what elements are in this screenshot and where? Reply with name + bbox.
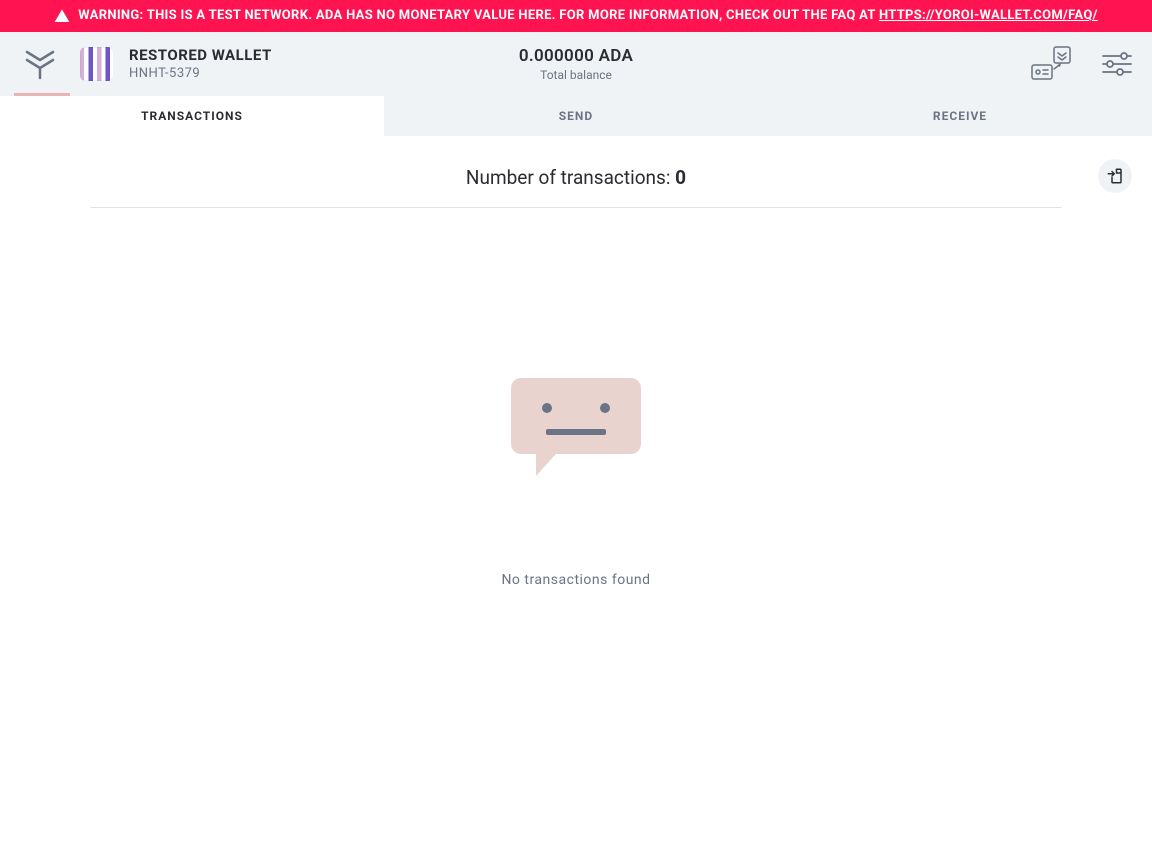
warning-faq-link[interactable]: HTTPS://YOROI-WALLET.COM/FAQ/ (879, 8, 1098, 23)
sidebar-accent (14, 93, 70, 96)
empty-state-message: No transactions found (35, 572, 1117, 588)
test-network-warning-banner: WARNING: THIS IS A TEST NETWORK. ADA HAS… (0, 0, 1152, 32)
hardware-wallet-icon[interactable] (1030, 45, 1072, 83)
wallet-tabs: TRANSACTIONS SEND RECEIVE (0, 96, 1152, 136)
transactions-count-value: 0 (675, 166, 686, 189)
settings-icon[interactable] (1102, 52, 1132, 76)
warning-prefix: WARNING: THIS IS A TEST NETWORK. ADA HAS… (78, 8, 879, 23)
tab-send[interactable]: SEND (384, 96, 768, 136)
wallet-info[interactable]: RESTORED WALLET HNHT-5379 (80, 46, 272, 81)
wallet-avatar-icon (80, 47, 114, 81)
balance-label: Total balance (519, 68, 633, 82)
top-bar: RESTORED WALLET HNHT-5379 0.000000 ADA T… (0, 32, 1152, 96)
transactions-count-label: Number of transactions: (466, 166, 675, 189)
tab-receive[interactable]: RECEIVE (768, 96, 1152, 136)
app-logo[interactable] (10, 48, 70, 80)
divider (90, 207, 1062, 208)
tab-transactions[interactable]: TRANSACTIONS (0, 96, 384, 136)
warning-text: WARNING: THIS IS A TEST NETWORK. ADA HAS… (78, 6, 1097, 26)
transactions-panel: Number of transactions: 0 No transaction… (0, 136, 1152, 618)
empty-state: No transactions found (35, 368, 1117, 588)
warning-icon (54, 8, 70, 24)
wallet-id: HNHT-5379 (129, 66, 272, 81)
wallet-name: RESTORED WALLET (129, 46, 272, 64)
empty-state-icon (511, 368, 641, 478)
balance-amount: 0.000000 ADA (519, 46, 633, 66)
transactions-count-header: Number of transactions: 0 (35, 166, 1117, 207)
balance-display: 0.000000 ADA Total balance (519, 46, 633, 82)
